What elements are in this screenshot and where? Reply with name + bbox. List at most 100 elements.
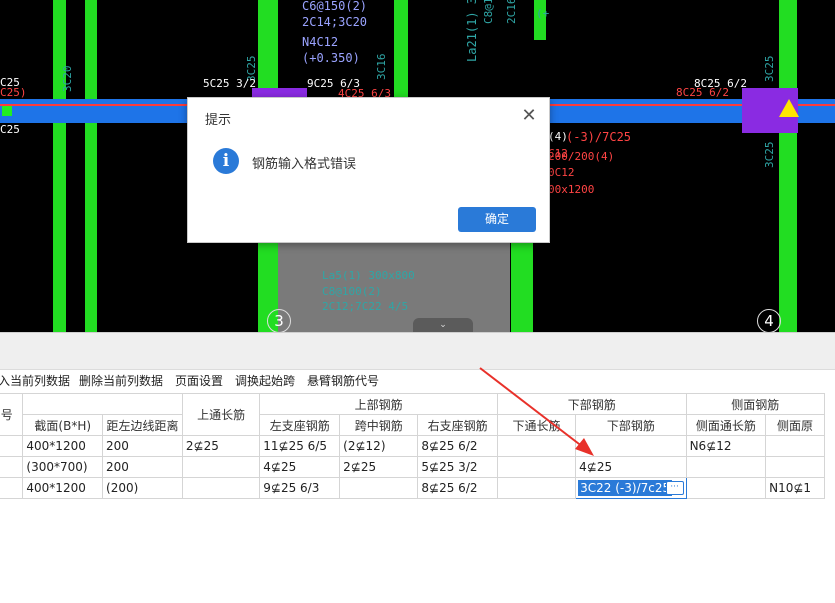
table-cell[interactable]: (300*700) (22, 456, 104, 478)
triangle-icon (779, 99, 799, 117)
cad-label: N4C12 (302, 35, 339, 49)
toolbar-cantilever-code[interactable]: 悬臂钢筋代号 (307, 372, 379, 389)
cad-label: C25 (0, 123, 20, 136)
bottom-rebar-input[interactable]: 3C22 (-3)/7c25 ··· (576, 479, 686, 497)
cad-column (53, 0, 66, 332)
header-cell: 截面(B*H) (22, 414, 104, 436)
table-cell[interactable] (765, 435, 825, 457)
cad-label: C25) (0, 86, 27, 99)
table-sub-header-row: 截面(B*H) 距左边线距离 左支座钢筋 跨中钢筋 右支座钢筋 下通长筋 下部钢… (0, 414, 825, 436)
header-cell (22, 393, 183, 415)
table-cell[interactable] (0, 477, 24, 499)
cad-label: La5(1) 300x800 (322, 269, 415, 282)
rebar-table: 号 上通长筋 上部钢筋 下部钢筋 侧面钢筋 截面(B*H) 距左边线距离 左支座… (0, 393, 826, 499)
cad-label: La21(1) 300 (465, 0, 479, 62)
table-row: 400*1200 200 2⊈25 11⊈25 6/5 (2⊈12) 8⊈25 … (0, 435, 825, 457)
header-cell: 号 (0, 393, 24, 436)
table-cell[interactable]: 4⊈25 (575, 456, 687, 478)
table-cell[interactable] (496, 456, 577, 478)
cad-node (2, 106, 12, 116)
table-cell[interactable]: 8⊈25 6/2 (417, 477, 498, 499)
cad-label: 2C14;3C20 (302, 15, 368, 29)
cad-collapse-tab[interactable]: ⌄ (413, 318, 473, 332)
table-cell[interactable]: 8⊈25 6/2 (417, 435, 498, 457)
cad-label: (+ (536, 7, 550, 20)
table-cell[interactable]: 11⊈25 6/5 (259, 435, 341, 457)
table-group-header-row: 号 上通长筋 上部钢筋 下部钢筋 侧面钢筋 (0, 393, 826, 436)
table-cell[interactable]: 2⊈25 (181, 435, 261, 457)
cad-label: 8C25 6/2 (676, 86, 729, 99)
table-cell[interactable]: (200) (102, 477, 183, 499)
dialog-title: 提示 (205, 113, 232, 128)
more-options-icon[interactable]: ··· (665, 481, 684, 495)
table-cell[interactable]: 200 (102, 456, 183, 478)
cad-column (779, 0, 797, 332)
cad-label: 00x1200 (548, 183, 595, 196)
table-cell[interactable] (496, 477, 577, 499)
cad-label: 3C16 (375, 53, 388, 81)
table-cell[interactable]: 400*1200 (22, 477, 104, 499)
dialog-message: 钢筋输入格式错误 (252, 157, 357, 172)
cad-label: 3C25 (763, 55, 776, 83)
cad-label: 2C12;7C22 4/5 (322, 300, 409, 313)
table-cell[interactable]: (2⊈12) (339, 435, 419, 457)
table-cell[interactable]: 4⊈25 (259, 456, 341, 478)
table-cell[interactable] (0, 456, 24, 478)
cad-label: (4) (548, 130, 568, 143)
header-cell: 侧面通长筋 (685, 414, 767, 436)
table-cell[interactable] (685, 477, 767, 499)
bottom-rebar-edit-cell[interactable]: 3C22 (-3)/7c25 ··· (575, 477, 687, 499)
table-cell[interactable] (496, 435, 577, 457)
table-cell[interactable]: N10⊈1 (765, 477, 825, 499)
table-cell[interactable]: 2⊈25 (339, 456, 419, 478)
cad-label: 5C25 3/2 (203, 77, 256, 90)
table-cell[interactable] (181, 477, 261, 499)
header-cell: 下部钢筋 (496, 393, 687, 415)
table-cell[interactable] (0, 435, 24, 457)
header-cell: 下通长筋 (496, 414, 577, 436)
header-cell: 跨中钢筋 (339, 414, 419, 436)
table-cell[interactable] (339, 477, 419, 499)
header-cell: 下部钢筋 (575, 414, 687, 436)
cad-beam-region (278, 240, 510, 332)
header-cell: 上部钢筋 (259, 393, 498, 415)
header-cell: 左支座钢筋 (259, 414, 341, 436)
table-cell[interactable] (575, 435, 687, 457)
table-cell[interactable]: N6⊈12 (685, 435, 767, 457)
table-cell[interactable]: 9⊈25 6/3 (259, 477, 341, 499)
table-cell[interactable] (685, 456, 767, 478)
table-cell[interactable]: 200 (102, 435, 183, 457)
axis-circle-4: 4 (757, 309, 781, 332)
toolbar-delete-column[interactable]: 删除当前列数据 (79, 372, 163, 389)
cad-label: C6@150(2) (302, 0, 368, 13)
header-cell: 距左边线距离 (102, 414, 183, 436)
table-cell[interactable] (765, 456, 825, 478)
cad-label: 200/200(4) (548, 150, 615, 163)
info-icon: i (213, 148, 239, 174)
cad-label: C8@100(2) (322, 285, 382, 298)
ok-button[interactable]: 确定 (458, 207, 536, 232)
header-cell: 侧面原 (765, 414, 825, 436)
panel-divider[interactable] (0, 332, 835, 370)
header-cell: 侧面钢筋 (685, 393, 826, 415)
table-cell[interactable]: 400*1200 (22, 435, 104, 457)
table-row: (300*700) 200 4⊈25 2⊈25 5⊈25 3/2 4⊈25 (0, 456, 825, 478)
header-cell: 上通长筋 (181, 393, 261, 436)
grid-toolbar: 入当前列数据 删除当前列数据 页面设置 调换起始跨 悬臂钢筋代号 (0, 370, 835, 390)
cad-label: 3C25 (763, 141, 776, 169)
table-cell[interactable] (181, 456, 261, 478)
cad-label: 0C12 (548, 166, 575, 179)
table-row: 400*1200 (200) 9⊈25 6/3 8⊈25 6/2 3C22 (-… (0, 477, 825, 499)
toolbar-swap-span[interactable]: 调换起始跨 (235, 372, 295, 389)
bottom-rebar-input-value: 3C22 (-3)/7c25 (578, 480, 673, 496)
toolbar-import-column[interactable]: 入当前列数据 (0, 372, 70, 389)
cad-column (258, 0, 278, 100)
table-cell[interactable]: 5⊈25 3/2 (417, 456, 498, 478)
close-icon[interactable]: ✕ (519, 106, 539, 126)
cad-label: C8@100 (482, 0, 495, 24)
cad-label: 2C16;6C20 (505, 0, 518, 24)
cad-label: (-3)/7C25 (566, 130, 632, 144)
cad-column (85, 0, 97, 332)
toolbar-page-setup[interactable]: 页面设置 (175, 372, 223, 389)
cad-column (534, 0, 546, 40)
